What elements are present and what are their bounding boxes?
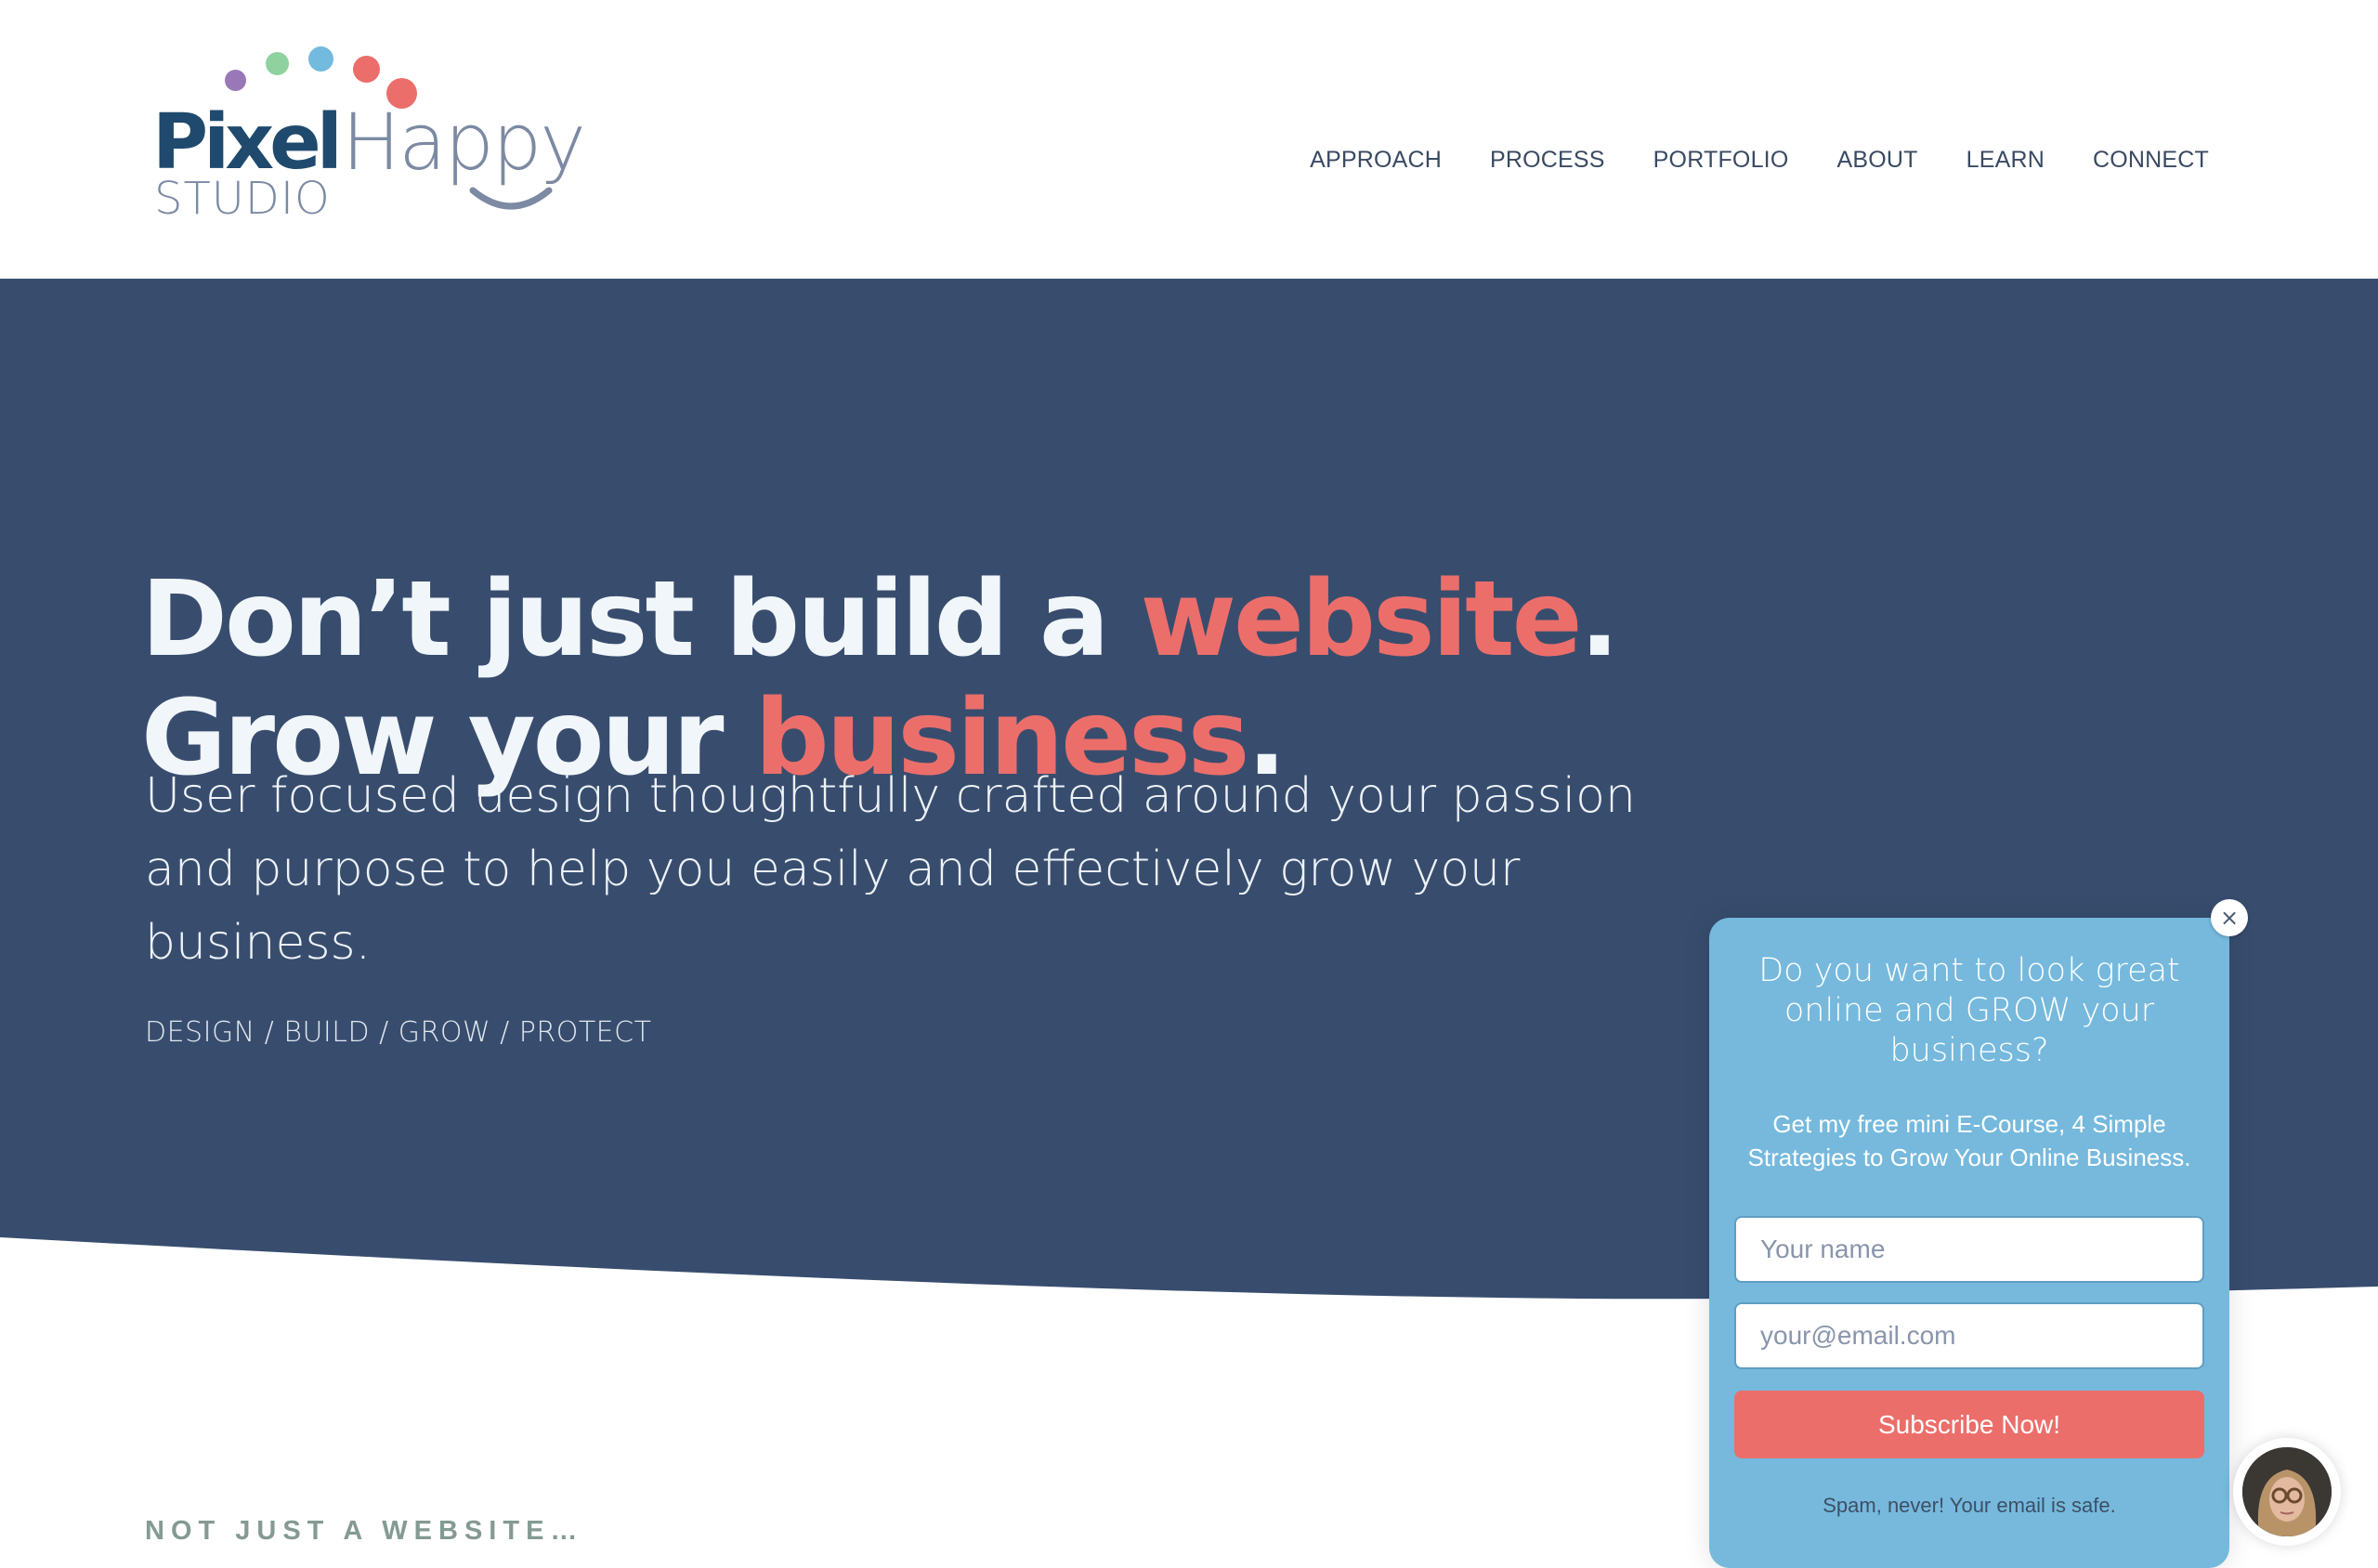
- popup-title: Do you want to look great online and GRO…: [1758, 952, 2180, 1069]
- nav-approach[interactable]: APPROACH: [1310, 147, 1442, 174]
- logo[interactable]: Pixel Happy STUDIO: [149, 41, 613, 227]
- close-icon: ×: [2219, 905, 2240, 931]
- logo-text-studio: STUDIO: [154, 173, 331, 225]
- close-popup-button[interactable]: ×: [2211, 899, 2248, 936]
- hero-tagline: DESIGN / BUILD / GROW / PROTECT: [145, 1016, 652, 1049]
- hero-heading-line1: Don’t just build a website.: [141, 559, 1619, 681]
- popup-disclaimer: Spam, never! Your email is safe.: [1823, 1494, 2116, 1517]
- logo-dot-blue: [308, 46, 333, 72]
- chat-avatar-button[interactable]: [2233, 1438, 2341, 1546]
- nav-portfolio[interactable]: PORTFOLIO: [1653, 147, 1789, 174]
- nav-about[interactable]: ABOUT: [1836, 147, 1917, 174]
- hero-subtitle: User focused design thoughtfully crafted…: [145, 768, 1636, 971]
- main-nav: APPROACH PROCESS PORTFOLIO ABOUT LEARN C…: [1261, 147, 2209, 174]
- logo-dot-green: [266, 52, 289, 75]
- name-input[interactable]: [1734, 1216, 2204, 1283]
- section-label: NOT JUST A WEBSITE…: [145, 1516, 584, 1546]
- logo-smile-icon: [469, 187, 553, 210]
- hero-accent-website: website: [1140, 559, 1582, 681]
- nav-learn[interactable]: LEARN: [1966, 147, 2045, 174]
- nav-process[interactable]: PROCESS: [1490, 147, 1605, 174]
- person-avatar-icon: [2242, 1447, 2332, 1536]
- popup-description: Get my free mini E-Course, 4 Simple Stra…: [1747, 1110, 2191, 1171]
- site-header: Pixel Happy STUDIO APPROACH PROCESS PORT…: [0, 0, 2378, 279]
- subscribe-button[interactable]: Subscribe Now!: [1734, 1391, 2204, 1458]
- subscribe-popup: Do you want to look great online and GRO…: [1709, 918, 2229, 1568]
- logo-text-happy: Happy: [342, 97, 586, 188]
- logo-dot-purple: [225, 70, 246, 91]
- logo-dot-red: [353, 56, 380, 83]
- nav-connect[interactable]: CONNECT: [2093, 147, 2209, 174]
- email-input[interactable]: [1734, 1302, 2204, 1369]
